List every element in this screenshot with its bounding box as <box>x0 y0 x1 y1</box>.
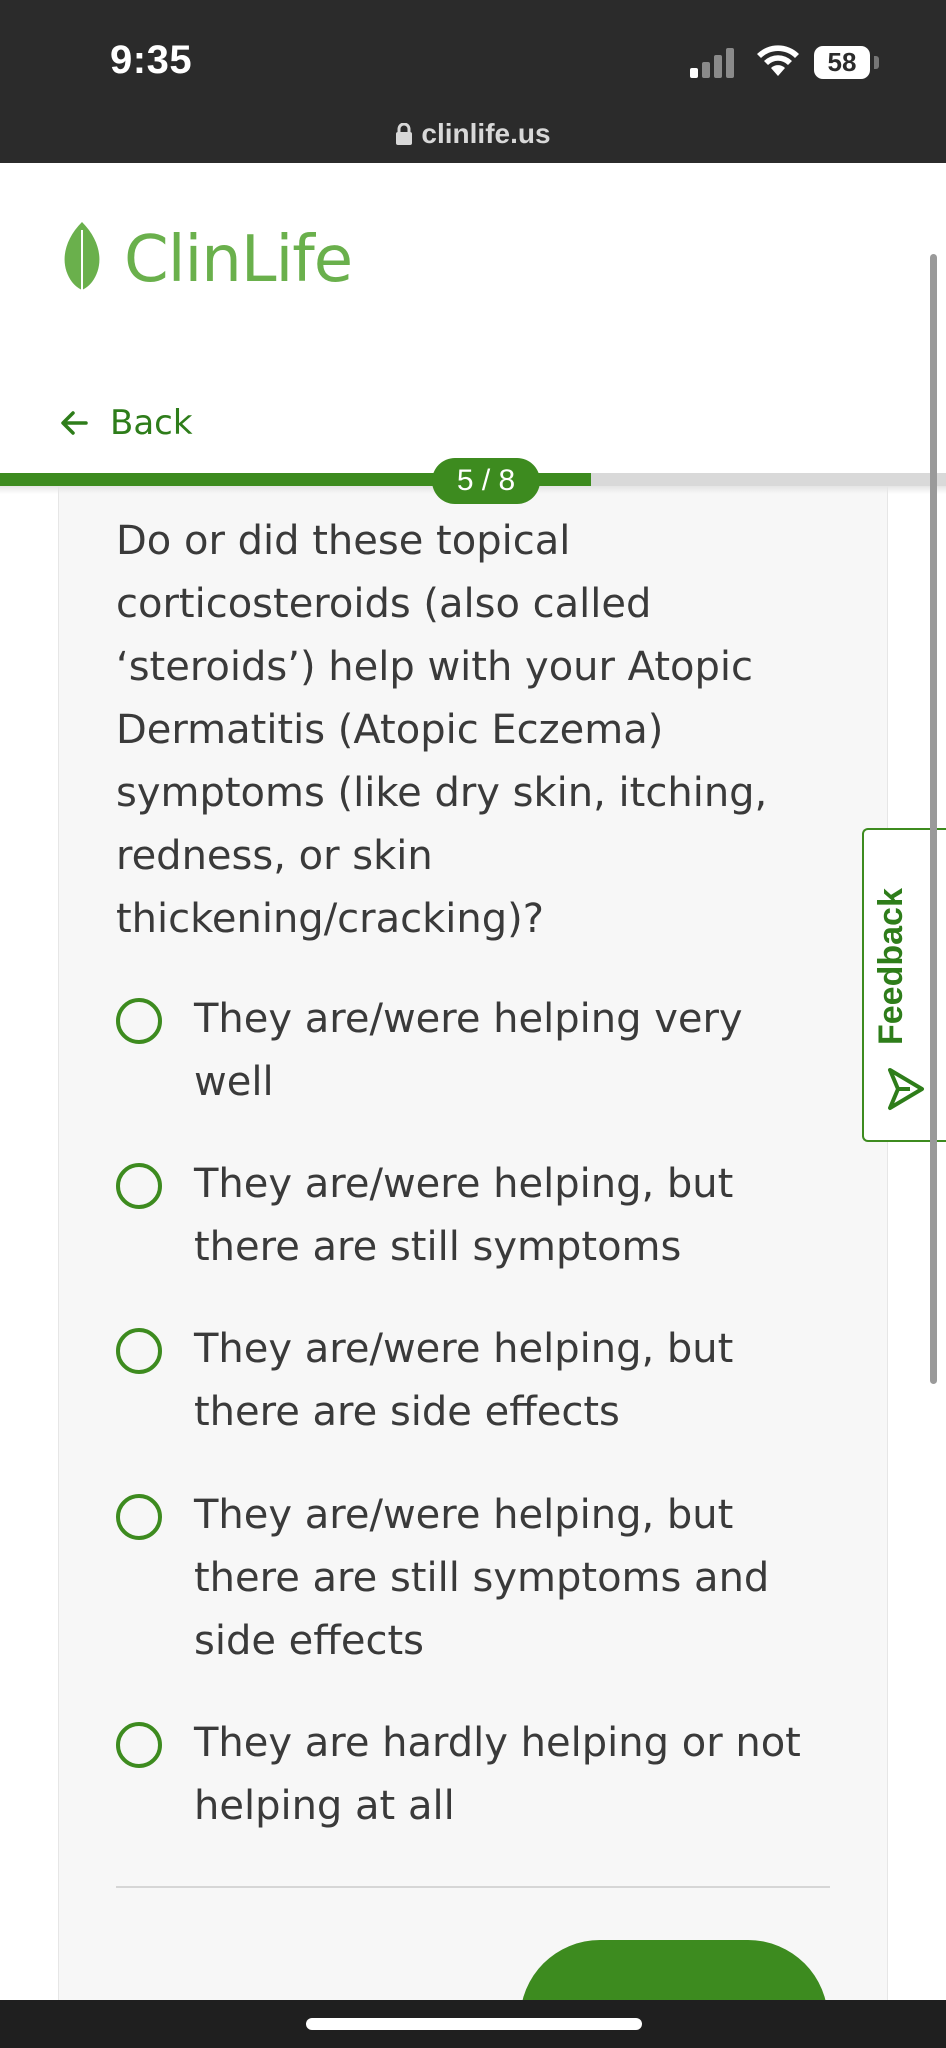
radio-button[interactable] <box>116 998 162 1044</box>
wifi-icon <box>757 45 799 76</box>
status-bar: 9:35 58 clinlife.us <box>0 0 946 163</box>
send-icon <box>888 1068 924 1110</box>
battery-indicator: 58 <box>814 46 870 79</box>
answer-option[interactable]: They are/were helping, but there are sid… <box>116 1318 824 1444</box>
answer-option[interactable]: They are/were helping, but there are sti… <box>116 1484 824 1673</box>
back-link[interactable]: Back <box>60 403 193 443</box>
radio-button[interactable] <box>116 1722 162 1768</box>
divider <box>116 1886 830 1888</box>
option-label: They are hardly helping or not helping a… <box>194 1720 801 1829</box>
logo-text: ClinLife <box>124 223 353 297</box>
leaf-icon <box>64 222 100 299</box>
clinlife-logo[interactable]: ClinLife <box>58 220 353 300</box>
scrollbar[interactable] <box>930 254 937 1384</box>
site-header: ClinLife Back <box>0 163 946 483</box>
radio-button[interactable] <box>116 1328 162 1374</box>
cellular-signal-icon <box>690 48 734 78</box>
answer-option[interactable]: They are hardly helping or not helping a… <box>116 1712 824 1838</box>
home-indicator[interactable] <box>306 2018 642 2030</box>
battery-tip <box>874 56 879 69</box>
option-label: They are/were helping, but there are sti… <box>194 1492 770 1664</box>
arrow-left-icon <box>61 411 88 435</box>
radio-button[interactable] <box>116 1163 162 1209</box>
answer-option[interactable]: They are/were helping very well <box>116 988 824 1114</box>
radio-button[interactable] <box>116 1494 162 1540</box>
lock-icon <box>396 123 413 145</box>
option-label: They are/were helping, but there are sti… <box>194 1161 734 1270</box>
answer-option[interactable]: They are/were helping, but there are sti… <box>116 1153 824 1279</box>
status-time: 9:35 <box>110 38 193 82</box>
option-label: They are/were helping, but there are sid… <box>194 1326 734 1435</box>
progress-badge: 5 / 8 <box>432 458 540 504</box>
url-text: clinlife.us <box>421 118 551 149</box>
url-bar[interactable]: clinlife.us <box>0 118 946 150</box>
option-label: They are/were helping very well <box>194 996 743 1105</box>
back-label: Back <box>110 403 193 443</box>
question-text: Do or did these topical corticosteroids … <box>116 518 768 942</box>
